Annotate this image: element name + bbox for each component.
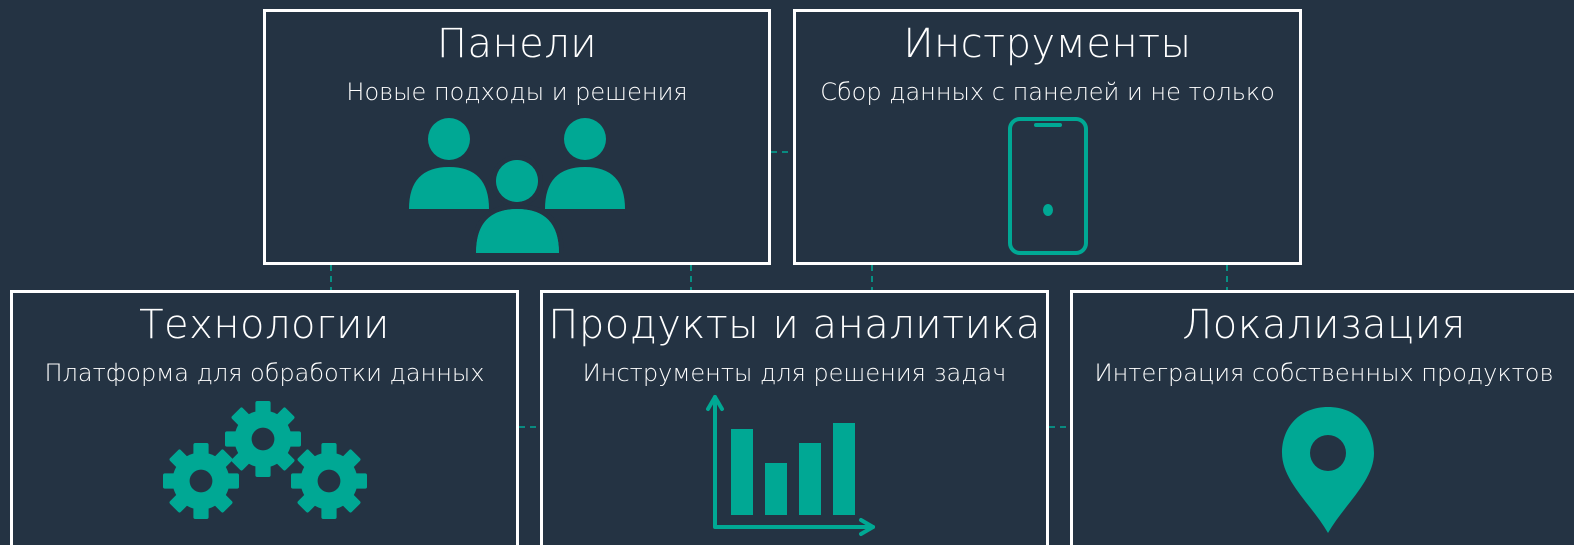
diagram-canvas: Панели Новые подходы и решения Инструмен (0, 0, 1574, 545)
card-products: Продукты и аналитика Инструменты для реш… (540, 290, 1049, 545)
card-tech: Технологии Платформа для обработки данны… (10, 290, 519, 545)
card-panels-title: Панели (436, 21, 598, 67)
bar-2 (765, 463, 787, 515)
card-panels: Панели Новые подходы и решения (263, 9, 771, 265)
bar-chart-icon (706, 395, 875, 536)
card-tools-subtitle: Сбор данных с панелей и не только (820, 78, 1275, 106)
bar-1 (731, 429, 753, 515)
card-tech-subtitle: Платформа для обработки данных (44, 359, 485, 387)
card-local: Локализация Интеграция собственных проду… (1070, 290, 1574, 545)
card-tech-title: Технологии (139, 302, 390, 348)
people-group-icon (409, 118, 625, 254)
card-local-subtitle: Интеграция собственных продуктов (1094, 359, 1554, 387)
card-products-title: Продукты и аналитика (548, 302, 1041, 348)
bar-4 (833, 423, 855, 515)
card-products-subtitle: Инструменты для решения задач (582, 359, 1007, 387)
card-tools: Инструменты Сбор данных с панелей и не т… (793, 9, 1302, 265)
card-local-title: Локализация (1182, 302, 1466, 348)
bar-3 (799, 443, 821, 515)
card-panels-subtitle: Новые подходы и решения (346, 78, 688, 106)
map-pin-icon (1282, 407, 1374, 533)
card-tools-title: Инструменты (903, 21, 1192, 67)
gears-icon (163, 401, 367, 519)
smartphone-icon (1008, 117, 1088, 255)
